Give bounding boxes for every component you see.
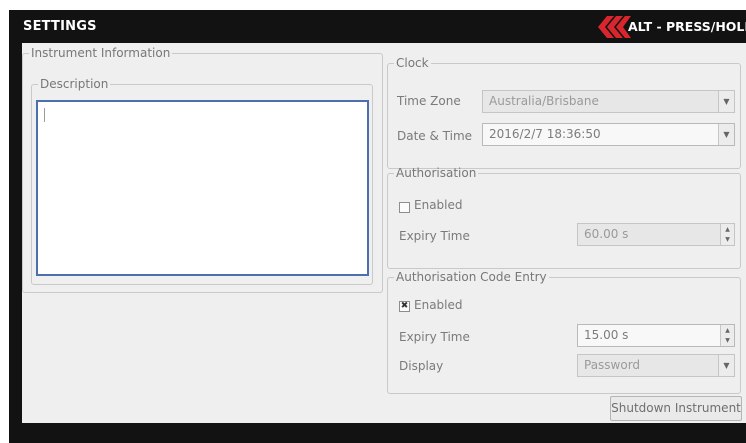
settings-window: SETTINGS ALT - PRESS/HOLD Instrument Inf… [9,10,746,443]
chevron-down-icon[interactable]: ▼ [718,355,734,376]
title-bar: SETTINGS ALT - PRESS/HOLD [9,10,746,42]
authorisation-enabled-checkbox[interactable] [399,202,410,213]
spin-down-icon[interactable]: ▼ [721,235,734,246]
time-zone-select[interactable]: Australia/Brisbane ▼ [482,90,735,113]
spin-up-icon[interactable]: ▲ [721,224,734,235]
authorisation-expiry-spinbox[interactable]: 60.00 s ▲ ▼ [577,223,735,246]
alt-press-hold-hint[interactable]: ALT - PRESS/HOLD [628,19,746,34]
clock-legend: Clock [396,56,429,70]
authorisation-expiry-value: 60.00 s [584,227,629,241]
alt-chevron-icon [598,16,631,38]
date-time-label: Date & Time [397,129,473,143]
code-entry-expiry-value: 15.00 s [584,328,629,342]
authorisation-expiry-label: Expiry Time [399,229,470,243]
bottom-bar [9,423,746,443]
display-value: Password [584,358,641,372]
code-entry-enabled-label[interactable]: Enabled [414,298,463,312]
code-entry-expiry-label: Expiry Time [399,330,470,344]
expiry-stepper[interactable]: ▲ ▼ [720,325,734,346]
time-zone-value: Australia/Brisbane [489,94,599,108]
date-time-value: 2016/2/7 18:36:50 [489,127,601,141]
description-textarea[interactable] [36,100,369,276]
chevron-down-icon[interactable]: ▼ [718,91,734,112]
shutdown-instrument-button[interactable]: Shutdown Instrument [610,396,742,421]
text-caret [44,108,45,122]
time-zone-label: Time Zone [397,94,461,108]
description-legend: Description [40,77,109,91]
display-label: Display [399,359,444,373]
expiry-stepper[interactable]: ▲ ▼ [720,224,734,245]
code-entry-expiry-spinbox[interactable]: 15.00 s ▲ ▼ [577,324,735,347]
chevron-down-icon[interactable]: ▼ [718,124,734,145]
authorisation-legend: Authorisation [396,166,477,180]
code-entry-enabled-checkbox[interactable]: ✖ [399,301,410,312]
date-time-field[interactable]: 2016/2/7 18:36:50 ▼ [482,123,735,146]
authorisation-enabled-label[interactable]: Enabled [414,198,463,212]
spin-down-icon[interactable]: ▼ [721,336,734,347]
authorisation-code-entry-legend: Authorisation Code Entry [396,270,547,284]
spin-up-icon[interactable]: ▲ [721,325,734,336]
display-select[interactable]: Password ▼ [577,354,735,377]
instrument-information-legend: Instrument Information [31,46,171,60]
authorisation-group: Authorisation [387,166,741,269]
window-title: SETTINGS [23,19,97,34]
settings-panel: Instrument Information Description Clock… [22,43,746,423]
